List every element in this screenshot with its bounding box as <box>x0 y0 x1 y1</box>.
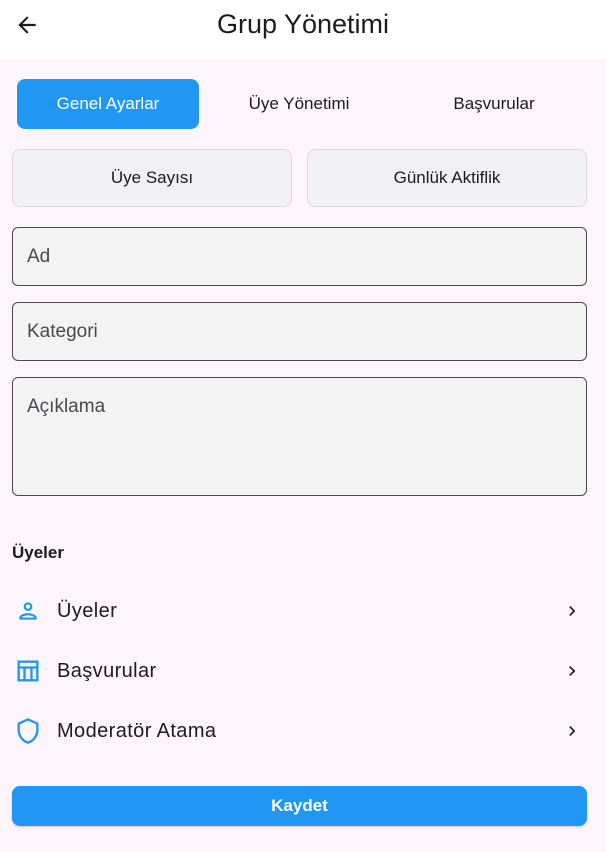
stats-row: Üye Sayısı Günlük Aktiflik <box>12 149 587 207</box>
list-item-label: Moderatör Atama <box>57 719 217 742</box>
member-count-button[interactable]: Üye Sayısı <box>12 149 292 207</box>
person-icon <box>14 597 42 625</box>
category-field-placeholder: Kategori <box>27 321 98 342</box>
category-field[interactable]: Kategori <box>12 302 587 361</box>
save-button[interactable]: Kaydet <box>12 786 587 826</box>
daily-activity-button[interactable]: Günlük Aktiflik <box>307 149 587 207</box>
list-item-applications[interactable]: Başvurular <box>0 643 606 699</box>
app-bar: Grup Yönetimi <box>0 0 606 58</box>
description-field-placeholder: Açıklama <box>27 396 106 417</box>
name-field[interactable]: Ad <box>12 227 587 286</box>
shield-icon <box>14 717 42 745</box>
list-item-members[interactable]: Üyeler <box>0 583 606 639</box>
list-item-label: Başvurular <box>57 659 157 682</box>
tab-bar: Genel Ayarlar Üye Yönetimi Başvurular <box>17 79 589 129</box>
tab-applications[interactable]: Başvurular <box>399 79 589 129</box>
name-field-placeholder: Ad <box>27 246 51 267</box>
chevron-right-icon <box>569 726 576 736</box>
members-section-title: Üyeler <box>12 543 64 562</box>
tab-member-management[interactable]: Üye Yönetimi <box>199 79 399 129</box>
chevron-right-icon <box>569 606 576 616</box>
list-item-moderator-assignment[interactable]: Moderatör Atama <box>0 703 606 759</box>
tab-general-settings[interactable]: Genel Ayarlar <box>17 79 199 129</box>
table-icon <box>14 657 42 685</box>
list-item-label: Üyeler <box>57 599 118 622</box>
chevron-right-icon <box>569 666 576 676</box>
page-title: Grup Yönetimi <box>216 9 390 39</box>
description-field[interactable]: Açıklama <box>12 377 587 496</box>
